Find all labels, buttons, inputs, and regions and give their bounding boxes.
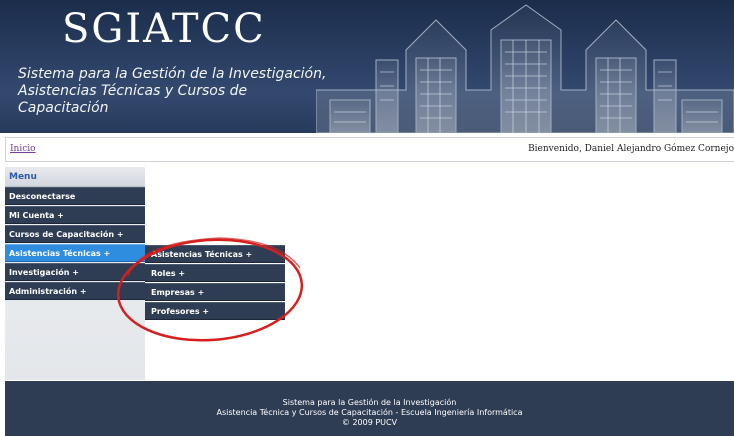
breadcrumb-home-link[interactable]: Inicio (10, 144, 36, 154)
breadcrumb-bar: Inicio Bienvenido, Daniel Alejandro Góme… (5, 137, 734, 162)
welcome-message: Bienvenido, Daniel Alejandro Gómez Corne… (528, 144, 734, 154)
app-subtitle-line2: Asistencias Técnicas y Cursos de Capacit… (18, 83, 248, 116)
sidebar-menu: Menu Desconectarse Mi Cuenta + Cursos de… (5, 167, 145, 380)
sidebar-item-asistencias[interactable]: Asistencias Técnicas + (5, 244, 145, 262)
submenu-item-roles[interactable]: Roles + (145, 264, 285, 282)
sidebar-item-cursos[interactable]: Cursos de Capacitación + (5, 225, 145, 243)
sidebar-item-investigacion[interactable]: Investigación + (5, 263, 145, 281)
menu-heading: Menu (5, 167, 145, 187)
footer: Sistema para la Gestión de la Investigac… (5, 381, 734, 436)
app-logo-title: SGIATCC (62, 6, 266, 52)
sidebar-item-mi-cuenta[interactable]: Mi Cuenta + (5, 206, 145, 224)
sidebar-item-desconectarse[interactable]: Desconectarse (5, 187, 145, 205)
submenu-item-empresas[interactable]: Empresas + (145, 283, 285, 301)
sidebar-item-administracion[interactable]: Administración + (5, 282, 145, 300)
footer-line2: Asistencia Técnica y Cursos de Capacitac… (216, 408, 523, 417)
submenu-item-asistencias[interactable]: Asistencias Técnicas + (145, 245, 285, 263)
submenu-item-profesores[interactable]: Profesores + (145, 302, 285, 320)
footer-line3: © 2009 PUCV (341, 418, 398, 427)
header-banner: SGIATCC Sistema para la Gestión de la In… (0, 0, 734, 133)
building-illustration (316, 4, 734, 133)
app-subtitle: Sistema para la Gestión de la Investigac… (18, 66, 338, 117)
footer-line1: Sistema para la Gestión de la Investigac… (282, 398, 457, 407)
app-subtitle-line1: Sistema para la Gestión de la Investigac… (18, 66, 327, 82)
